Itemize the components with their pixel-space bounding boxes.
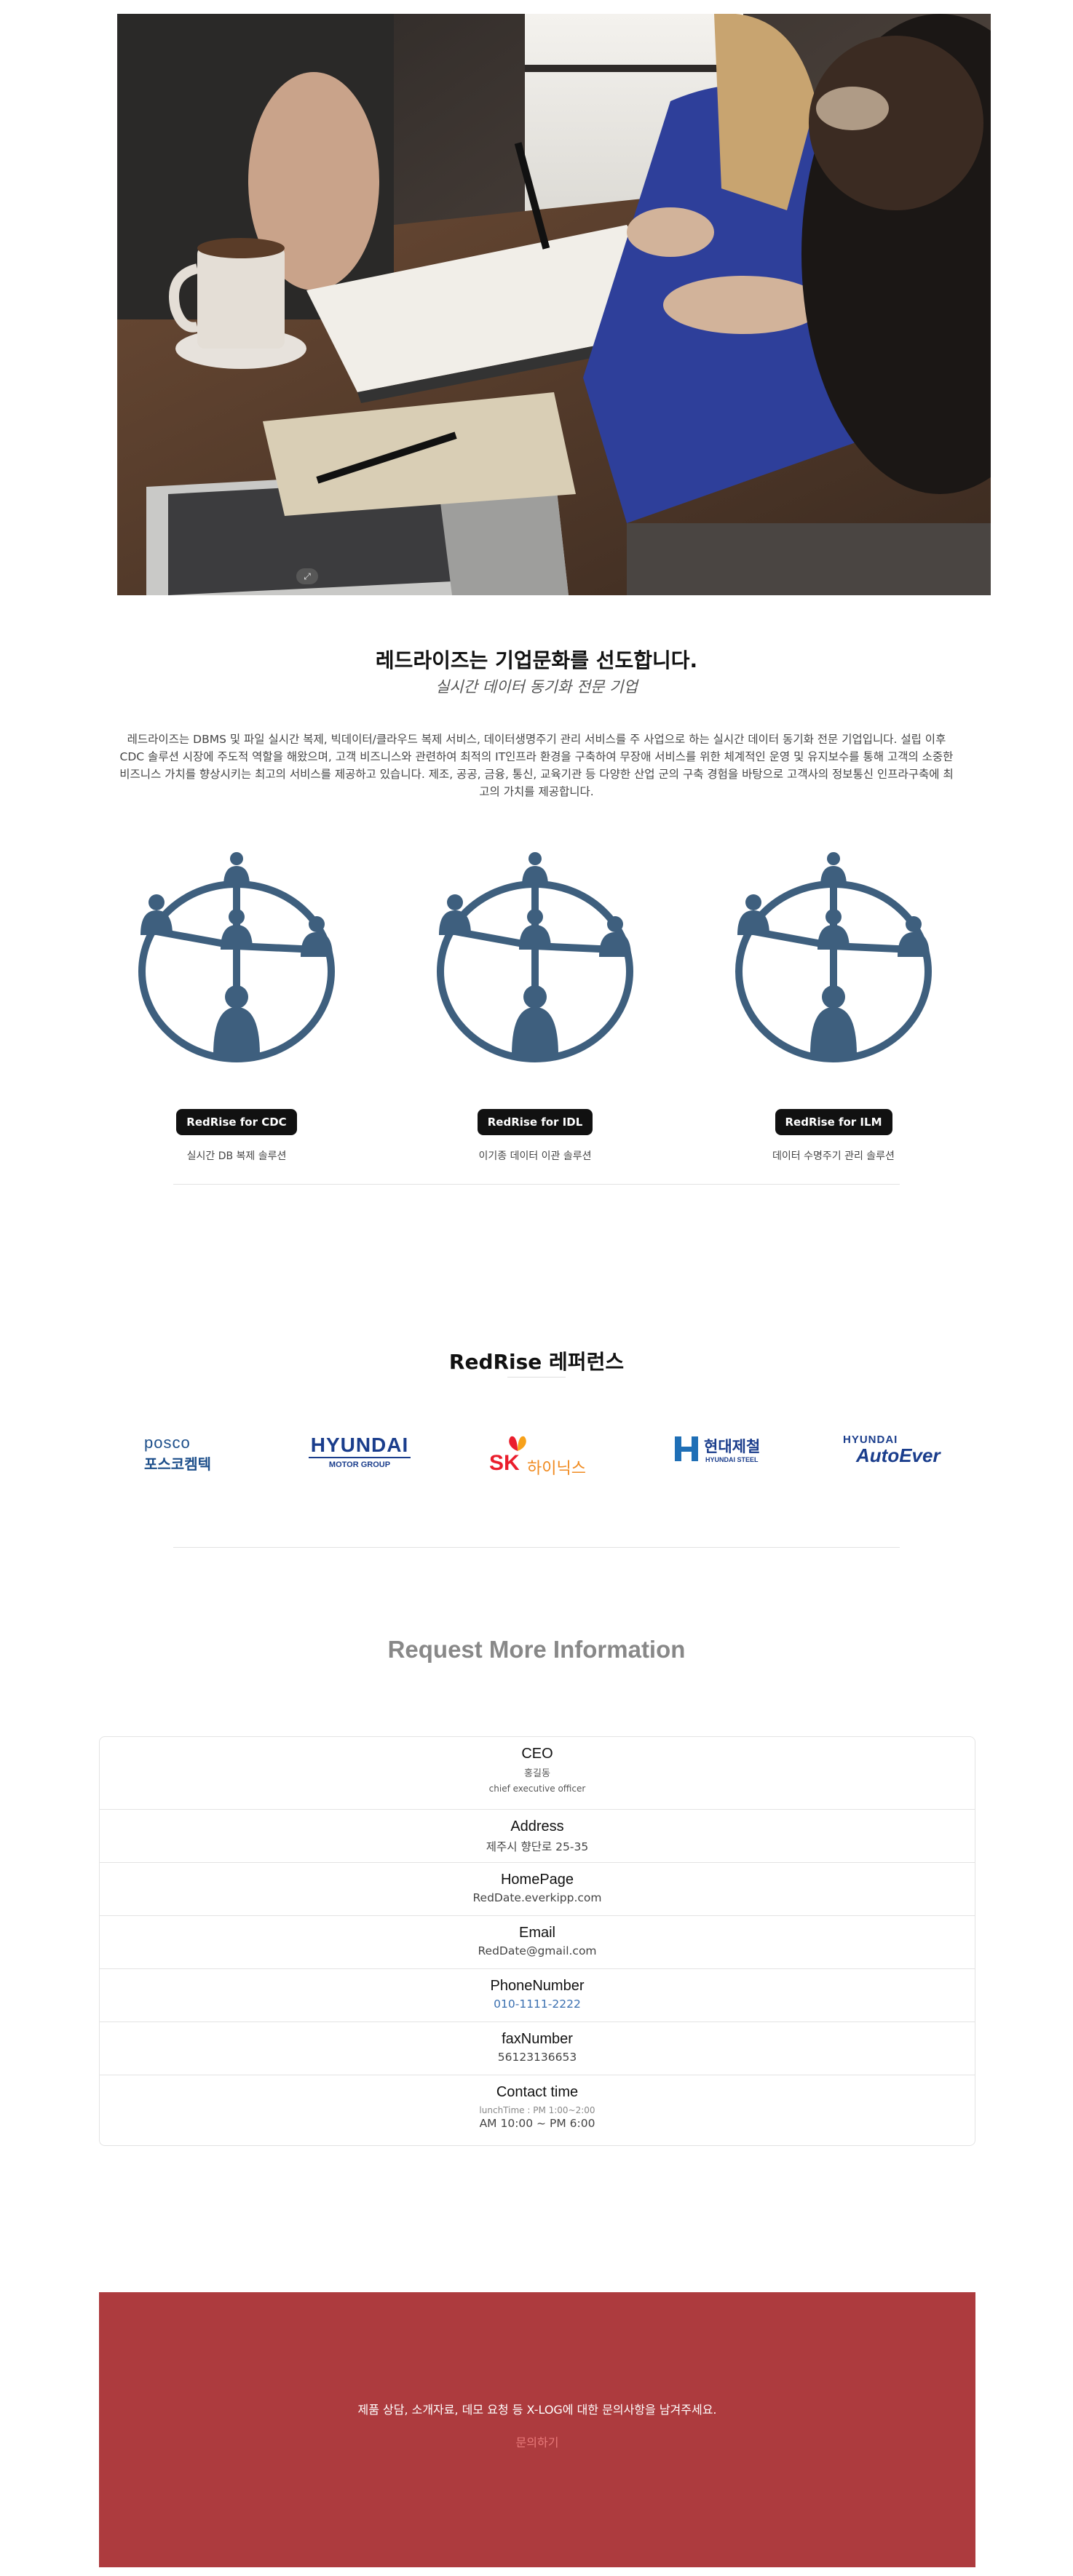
inquiry-text: 제품 상담, 소개자료, 데모 요청 등 X-LOG에 대한 문의사항을 남겨주… — [357, 2403, 717, 2417]
products-section: RedRise for CDC 실시간 DB 복제 솔루션 RedRise fo… — [117, 844, 956, 1164]
product-desc-cdc: 실시간 DB 복제 솔루션 — [186, 1150, 287, 1162]
hyundai-motor-top-text: HYUNDAI — [309, 1434, 411, 1458]
section-divider — [173, 1547, 900, 1548]
email-label: Email — [518, 1925, 555, 1941]
hero-photo-illustration — [117, 14, 991, 595]
product-button-cdc[interactable]: RedRise for CDC — [176, 1109, 297, 1135]
info-row-address: Address 제주시 향단로 25-35 — [100, 1810, 975, 1863]
phone-label: PhoneNumber — [490, 1978, 585, 1994]
business-hours: AM 10:00 ~ PM 6:00 — [479, 2117, 595, 2130]
hyundai-steel-text: 현대제철 — [704, 1438, 761, 1455]
contact-info-card: CEO 홍길동 chief executive officer Address … — [99, 1736, 975, 2146]
info-row-homepage: HomePage RedDate.everkipp.com — [100, 1863, 975, 1916]
ceo-label: CEO — [521, 1746, 553, 1762]
network-people-icon — [437, 852, 633, 1062]
product-desc-idl: 이기종 데이터 이관 솔루션 — [478, 1150, 592, 1162]
logo-posco: posco 포스코켐텍 — [144, 1434, 224, 1484]
sk-mark-text: SK — [489, 1451, 520, 1475]
info-row-fax: faxNumber 56123136653 — [100, 2022, 975, 2075]
logo-hyundai-autoever: HYUNDAI AutoEver — [843, 1434, 952, 1484]
email-link[interactable]: RedDate@gmail.com — [100, 1944, 975, 1957]
network-people-icon — [735, 852, 932, 1062]
lunch-time: lunchTime : PM 1:00~2:00 — [479, 2105, 595, 2115]
intro-subtitle: 실시간 데이터 동기화 전문 기업 — [435, 678, 638, 696]
inquiry-link[interactable]: 문의하기 — [99, 2433, 975, 2450]
address-label: Address — [510, 1818, 564, 1834]
product-button-idl[interactable]: RedRise for IDL — [477, 1109, 593, 1135]
ceo-name: 홍길동 — [524, 1768, 550, 1779]
address-value: 제주시 향단로 25-35 — [486, 1840, 589, 1853]
product-button-ilm[interactable]: RedRise for ILM — [775, 1109, 892, 1135]
logo-hyundai-motor: HYUNDAI MOTOR GROUP — [309, 1434, 411, 1484]
inquiry-band: 제품 상담, 소개자료, 데모 요청 등 X-LOG에 대한 문의사항을 남겨주… — [99, 2292, 975, 2567]
fax-label: faxNumber — [502, 2031, 573, 2047]
product-cdc: RedRise for CDC 실시간 DB 복제 솔루션 — [127, 844, 346, 1163]
homepage-label: HomePage — [500, 1872, 574, 1888]
info-row-phone: PhoneNumber 010-1111-2222 — [100, 1969, 975, 2022]
phone-link[interactable]: 010-1111-2222 — [100, 1997, 975, 2011]
logo-hyundai-steel: 현대제철 HYUNDAI STEEL — [673, 1434, 764, 1484]
posco-top-text: posco — [144, 1434, 191, 1452]
product-idl: RedRise for IDL 이기종 데이터 이관 솔루션 — [426, 844, 644, 1163]
homepage-link[interactable]: RedDate.everkipp.com — [100, 1891, 975, 1904]
references-title: RedRise 레퍼런스 — [448, 1350, 625, 1374]
intro-body: 레드라이즈는 DBMS 및 파일 실시간 복제, 빅데이터/클라우드 복제 서비… — [119, 733, 954, 798]
hyundai-motor-bottom-text: MOTOR GROUP — [328, 1460, 391, 1469]
logo-sk-hynix: SK 하이닉스 — [489, 1435, 591, 1486]
hyundai-steel-sub: HYUNDAI STEEL — [705, 1456, 759, 1463]
info-row-ceo: CEO 홍길동 chief executive officer — [100, 1737, 975, 1810]
product-desc-ilm: 데이터 수명주기 관리 솔루션 — [772, 1150, 895, 1162]
network-people-icon — [138, 852, 335, 1062]
ceo-role: chief executive officer — [488, 1784, 586, 1794]
product-ilm: RedRise for ILM 데이터 수명주기 관리 솔루션 — [724, 844, 943, 1163]
posco-bottom-text: 포스코켐텍 — [144, 1455, 211, 1473]
info-row-email: Email RedDate@gmail.com — [100, 1916, 975, 1969]
contact-time-label: Contact time — [496, 2084, 579, 2100]
hyundai-steel-h-icon — [675, 1436, 698, 1461]
expand-icon[interactable]: ⤢ — [296, 568, 318, 584]
fax-value: 56123136653 — [497, 2051, 577, 2064]
info-row-contact-time: Contact time lunchTime : PM 1:00~2:00 AM… — [100, 2075, 975, 2145]
section-divider — [173, 1184, 900, 1185]
intro-title: 레드라이즈는 기업문화를 선도합니다. — [375, 648, 698, 672]
references-underline — [507, 1377, 566, 1378]
request-title: Request More Information — [387, 1636, 686, 1663]
sk-hynix-text: 하이닉스 — [527, 1460, 586, 1478]
autoever-bottom-text: AutoEver — [856, 1444, 941, 1466]
hero-image: ⤢ — [117, 14, 991, 595]
sk-butterfly-icon — [509, 1436, 526, 1451]
